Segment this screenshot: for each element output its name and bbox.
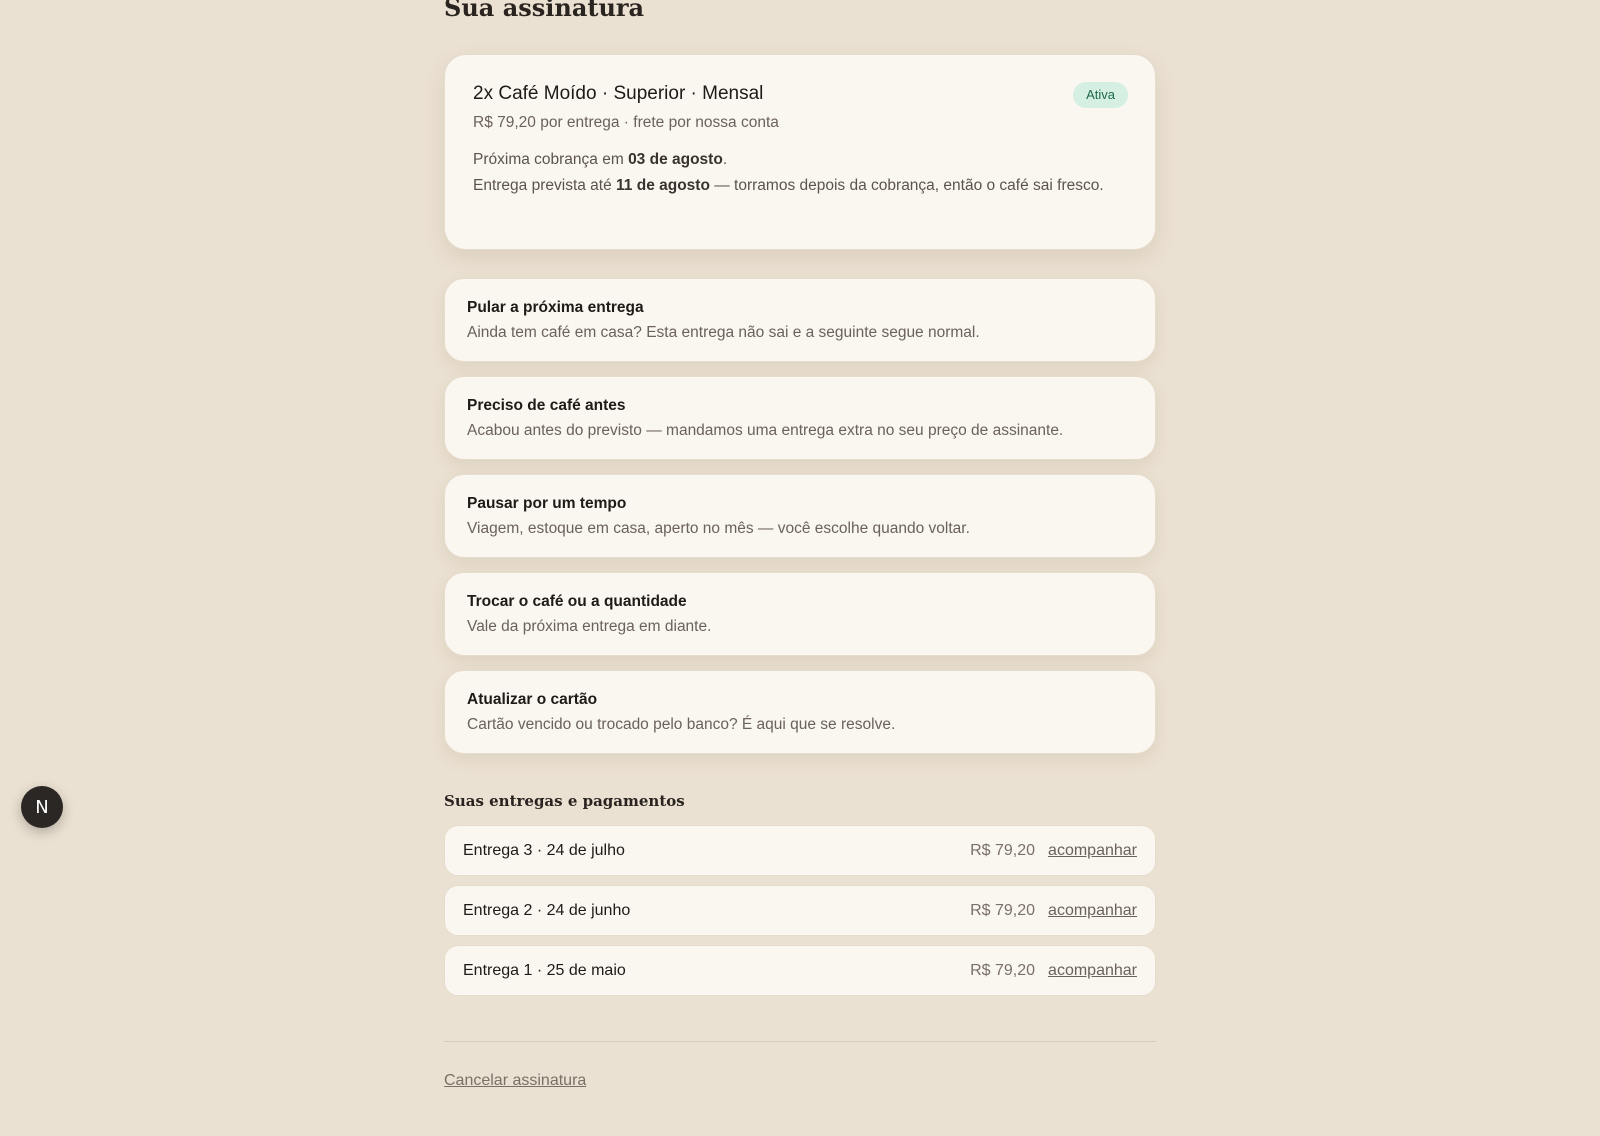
action-description: Viagem, estoque em casa, aperto no mês —… <box>467 520 970 537</box>
action-title: Pausar por um tempo <box>467 495 627 512</box>
action-title: Pular a próxima entrega <box>467 299 644 316</box>
action-description: Ainda tem café em casa? Esta entrega não… <box>467 324 980 341</box>
delivery-amount: R$ 79,20 <box>970 841 1036 859</box>
eta-date: 11 de agosto <box>616 177 710 194</box>
action-change-coffee[interactable]: Trocar o café ou a quantidade Vale da pr… <box>444 572 1156 656</box>
action-skip-next[interactable]: Pular a próxima entrega Ainda tem café e… <box>444 278 1156 362</box>
action-update-card[interactable]: Atualizar o cartão Cartão vencido ou tro… <box>444 670 1156 754</box>
divider <box>444 1041 1156 1042</box>
page-title: Sua assinatura <box>444 0 645 22</box>
action-title: Trocar o café ou a quantidade <box>467 593 687 610</box>
delivery-amount: R$ 79,20 <box>970 961 1036 979</box>
delivery-eta: Entrega prevista até 11 de agosto — torr… <box>473 175 1113 197</box>
next-charge-suffix: . <box>722 151 728 168</box>
action-pause[interactable]: Pausar por um tempo Viagem, estoque em c… <box>444 474 1156 558</box>
delivery-row: Entrega 3 · 24 de julho R$ 79,20 acompan… <box>444 825 1156 876</box>
page: N Sua assinatura 2x Café Moído · Superio… <box>0 0 1600 1136</box>
delivery-row: Entrega 1 · 25 de maio R$ 79,20 acompanh… <box>444 945 1156 996</box>
delivery-amount: R$ 79,20 <box>970 901 1036 919</box>
action-description: Cartão vencido ou trocado pelo banco? É … <box>467 716 896 733</box>
action-need-coffee-sooner[interactable]: Preciso de café antes Acabou antes do pr… <box>444 376 1156 460</box>
action-description: Acabou antes do previsto — mandamos uma … <box>467 422 1064 439</box>
next-charge-date: 03 de agosto <box>628 151 723 168</box>
subscription-title: 2x Café Moído · Superior · Mensal <box>473 83 764 104</box>
action-description: Vale da próxima entrega em diante. <box>467 618 712 635</box>
status-badge: Ativa <box>1073 82 1128 108</box>
track-delivery-link[interactable]: acompanhar <box>1048 842 1137 860</box>
eta-prefix: Entrega prevista até <box>473 177 617 194</box>
next-logo-icon[interactable]: N <box>21 786 63 828</box>
next-charge: Próxima cobrança em 03 de agosto. <box>473 149 1127 171</box>
track-delivery-link[interactable]: acompanhar <box>1048 962 1137 980</box>
track-delivery-link[interactable]: acompanhar <box>1048 902 1137 920</box>
fab-label: N <box>35 796 49 818</box>
deliveries-section-title: Suas entregas e pagamentos <box>444 792 685 810</box>
cancel-subscription-link[interactable]: Cancelar assinatura <box>444 1072 586 1090</box>
next-charge-prefix: Próxima cobrança em <box>473 151 629 168</box>
delivery-row: Entrega 2 · 24 de junho R$ 79,20 acompan… <box>444 885 1156 936</box>
delivery-label: Entrega 1 · 25 de maio <box>463 961 626 979</box>
subscription-card: 2x Café Moído · Superior · Mensal Ativa … <box>444 54 1156 250</box>
action-title: Atualizar o cartão <box>467 691 598 708</box>
subscription-price: R$ 79,20 por entrega · frete por nossa c… <box>473 114 779 131</box>
delivery-label: Entrega 2 · 24 de junho <box>463 901 631 919</box>
delivery-label: Entrega 3 · 24 de julho <box>463 841 625 859</box>
action-title: Preciso de café antes <box>467 397 626 414</box>
eta-suffix: — torramos depois da cobrança, então o c… <box>709 177 1104 194</box>
